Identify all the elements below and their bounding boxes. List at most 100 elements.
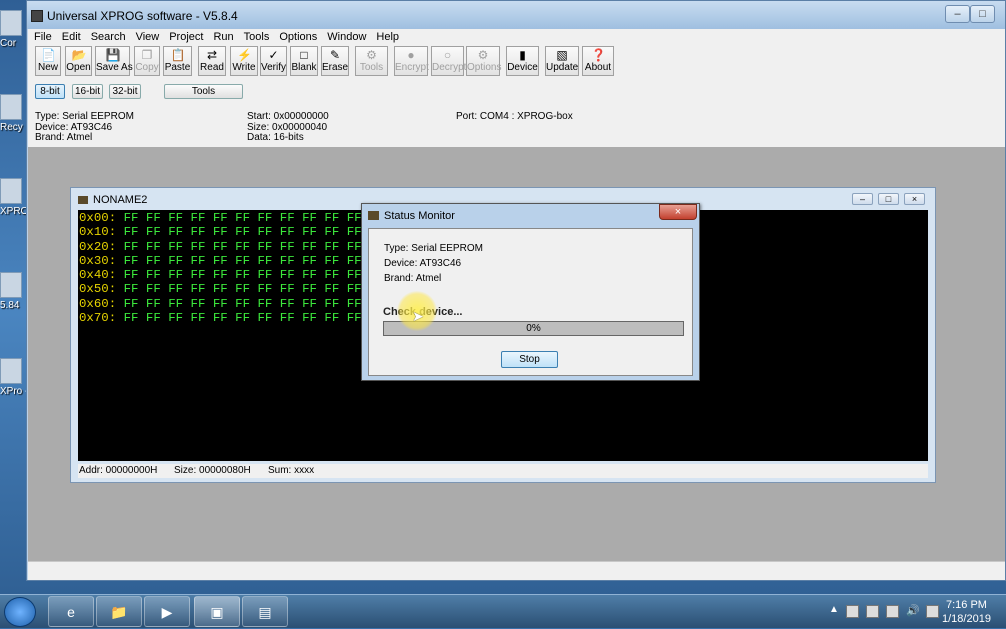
toolbar: 📄 New 📂 Open 💾 Save As ❐ Copy 📋 Paste ⇄ Read ⚡… [28, 45, 1005, 77]
info-brand: Brand: Atmel [35, 132, 93, 143]
menu-file[interactable]: File [28, 29, 57, 45]
info-data: Data: 16-bits [247, 132, 304, 143]
desktop-icon-xpro-shortcut[interactable]: XPro - Sl [0, 358, 26, 397]
window-title: Universal XPROG software - V5.8.4 [47, 9, 238, 23]
menu-help[interactable]: Help [371, 29, 404, 45]
taskbar-ie[interactable]: e [48, 596, 94, 627]
clock-time[interactable]: 7:16 PM [946, 599, 987, 611]
clock-date[interactable]: 1/18/2019 [942, 613, 991, 625]
blank-icon: □ [300, 48, 308, 62]
tools-button[interactable]: ⚙ Tools [355, 46, 388, 76]
taskbar-explorer[interactable]: 📁 [96, 596, 142, 627]
options-icon: ⚙ [477, 48, 489, 62]
recycle-bin-icon [0, 94, 22, 120]
desktop-icon-computer[interactable]: Cor [0, 10, 26, 49]
save-as-icon: 💾 [105, 48, 121, 62]
write-icon: ⚡ [237, 48, 252, 62]
desktop-icon-label: XPRO [0, 206, 26, 217]
menu-view[interactable]: View [131, 29, 165, 45]
title-bar[interactable]: Universal XPROG software - V5.8.4 – □ [27, 1, 1005, 29]
tray-network-icon[interactable] [886, 605, 899, 618]
about-icon: ❓ [591, 48, 606, 62]
taskbar: e 📁 ▶ ▣ ▤ ▲ 🔊 7:16 PM 1/18/2019 [0, 594, 1006, 628]
decrypt-icon: ○ [443, 48, 452, 62]
decrypt-button[interactable]: ○ Decrypt [431, 46, 466, 76]
tray-app-icon[interactable] [846, 605, 859, 618]
child-minimize-button[interactable]: – [852, 193, 873, 205]
computer-icon [0, 10, 22, 36]
update-button[interactable]: ▧ Update [545, 46, 579, 76]
chip-icon [368, 211, 379, 220]
folder-icon [0, 178, 22, 204]
menu-run[interactable]: Run [208, 29, 238, 45]
tools-bar-button[interactable]: Tools [164, 84, 243, 99]
write-button[interactable]: ⚡ Write [230, 46, 258, 76]
16-bit-button[interactable]: 16-bit [72, 84, 103, 99]
encrypt-button[interactable]: ● Encrypt [394, 46, 429, 76]
maximize-button[interactable]: □ [970, 5, 995, 23]
main-status-bar [28, 561, 1005, 580]
taskbar-window[interactable]: ▤ [242, 596, 288, 627]
copy-button[interactable]: ❐ Copy [134, 46, 160, 76]
menu-options[interactable]: Options [274, 29, 322, 45]
new-button[interactable]: 📄 New [35, 46, 61, 76]
menu-tools[interactable]: Tools [239, 29, 275, 45]
verify-button[interactable]: ✓ Verify [260, 46, 287, 76]
8-bit-button[interactable]: 8-bit [35, 84, 65, 99]
tools-icon: ⚙ [366, 48, 377, 62]
blank-button[interactable]: □ Blank [290, 46, 318, 76]
device-info-bar: Type: Serial EEPROM Device: AT93C46 Bran… [28, 108, 1005, 146]
encrypt-icon: ● [407, 48, 415, 62]
read-button[interactable]: ⇄ Read [198, 46, 226, 76]
paste-button[interactable]: 📋 Paste [163, 46, 192, 76]
internet-explorer-icon: e [67, 604, 75, 620]
verify-icon: ✓ [268, 48, 279, 62]
buffer-window-title: NONAME2 [93, 194, 148, 206]
info-start: Start: 0x00000000 [247, 111, 329, 122]
tray-flag-icon[interactable] [926, 605, 939, 618]
tray-app-icon[interactable] [866, 605, 879, 618]
options-button[interactable]: ⚙ Options [466, 46, 501, 76]
dialog-title: Status Monitor [384, 210, 455, 222]
desktop-icon-recycle-bin[interactable]: Recy [0, 94, 26, 133]
show-hidden-icons-icon[interactable]: ▲ [829, 604, 839, 615]
about-button[interactable]: ❓ About [582, 46, 614, 76]
mouse-cursor-icon: ➤ [412, 308, 424, 324]
desktop-icon-label: Cor [0, 38, 17, 49]
32-bit-button[interactable]: 32-bit [109, 84, 141, 99]
desktop-icon-584[interactable]: 5.84 [0, 272, 26, 311]
paste-icon: 📋 [170, 48, 186, 62]
minimize-button[interactable]: – [945, 5, 970, 23]
dialog-device: Device: AT93C46 [384, 258, 462, 269]
taskbar-xprog[interactable]: ▣ [194, 596, 240, 627]
folder-icon: 📁 [110, 604, 128, 620]
save-as-button[interactable]: 💾 Save As [95, 46, 133, 76]
menu-project[interactable]: Project [164, 29, 208, 45]
desktop-icon-xprog[interactable]: XPRO [0, 178, 26, 217]
stop-button[interactable]: Stop [501, 351, 558, 368]
desktop-icon-label: XPro - Sl [0, 386, 26, 397]
taskbar-media[interactable]: ▶ [144, 596, 190, 627]
device-button[interactable]: ▮ Device [506, 46, 539, 76]
open-button[interactable]: 📂 Open [65, 46, 92, 76]
menu-edit[interactable]: Edit [57, 29, 86, 45]
new-file-icon: 📄 [41, 48, 56, 62]
media-player-icon: ▶ [161, 604, 173, 620]
child-close-button[interactable]: × [904, 193, 925, 205]
desktop-icon-label: Recy [0, 122, 23, 133]
status-size: Size: 00000080H [174, 465, 251, 476]
bit-mode-bar: 8-bit 16-bit 32-bit Tools [28, 84, 1005, 104]
erase-button[interactable]: ✎ Erase [321, 46, 349, 76]
copy-icon: ❐ [141, 48, 153, 62]
update-icon: ▧ [556, 48, 568, 62]
dialog-close-button[interactable]: × [659, 204, 697, 220]
info-type: Type: Serial EEPROM [35, 111, 134, 122]
menu-search[interactable]: Search [86, 29, 131, 45]
menu-window[interactable]: Window [322, 29, 371, 45]
start-button[interactable] [4, 597, 36, 627]
erase-icon: ✎ [329, 48, 341, 62]
desktop-icon-label: 5.84 [0, 300, 20, 311]
child-restore-button[interactable]: □ [878, 193, 899, 205]
chip-icon: ▣ [210, 604, 224, 620]
volume-icon[interactable]: 🔊 [906, 604, 920, 617]
